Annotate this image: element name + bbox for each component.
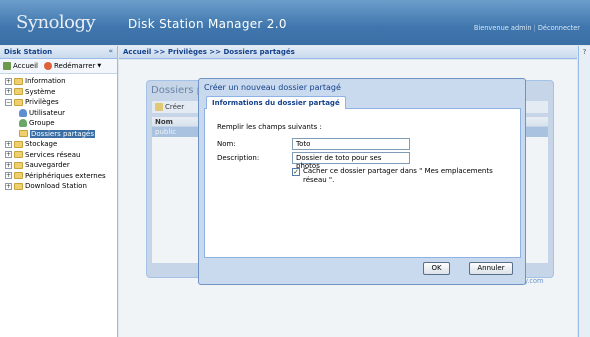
collapse-icon[interactable]: «	[108, 47, 113, 55]
nav-tree: + Information + Système − Privilèges Utilis…	[0, 74, 117, 194]
home-button[interactable]: Accueil	[3, 61, 38, 71]
tree-node-information[interactable]: + Information	[0, 76, 117, 87]
tree-node-label: Périphériques externes	[25, 171, 106, 180]
hide-folder-checkbox-label: Cacher ce dossier partager dans " Mes em…	[303, 167, 493, 184]
logout-link[interactable]: Déconnecter	[538, 24, 580, 32]
tree-node-label: Système	[25, 87, 56, 96]
tree-node-label: Utilisateur	[29, 108, 66, 117]
tree-node-label: Sauvegarder	[25, 161, 70, 170]
user-icon	[19, 108, 27, 117]
tree-node-backup[interactable]: + Sauvegarder	[0, 160, 117, 171]
tree-node-label: Services réseau	[25, 150, 81, 159]
tree-node-download-station[interactable]: + Download Station	[0, 181, 117, 192]
tree-node-network-services[interactable]: + Services réseau	[0, 150, 117, 161]
expand-icon[interactable]: +	[5, 88, 12, 96]
folder-icon	[14, 140, 23, 148]
app-title: Disk Station Manager 2.0	[128, 17, 287, 31]
dialog-footer: OK Annuler	[204, 259, 521, 279]
create-shared-folder-dialog: Créer un nouveau dossier partagé Informa…	[198, 78, 526, 285]
shared-folder-icon	[19, 130, 28, 138]
tree-node-label: Download Station	[25, 182, 87, 191]
folder-icon	[14, 77, 23, 85]
tree-node-label: Dossiers partagés	[30, 129, 96, 138]
dialog-body: Remplir les champs suivants : Nom: Toto …	[204, 109, 521, 258]
folder-open-icon	[14, 98, 23, 106]
description-field[interactable]: Dossier de toto pour ses photos	[292, 152, 410, 170]
collapse-node-icon[interactable]: −	[5, 98, 12, 106]
tree-node-external-devices[interactable]: + Périphériques externes	[0, 171, 117, 182]
header-separator: |	[533, 24, 536, 32]
folder-icon	[14, 151, 23, 159]
left-panel: Disk Station « Accueil Redémarrer ▼ + Inf…	[0, 46, 118, 337]
tree-node-storage[interactable]: + Stockage	[0, 139, 117, 150]
tree-node-label: Privilèges	[25, 98, 59, 107]
folder-icon	[14, 182, 23, 190]
name-field[interactable]: Toto	[292, 138, 410, 150]
cancel-button[interactable]: Annuler	[469, 262, 513, 275]
home-icon	[3, 62, 11, 70]
tree-node-label: Groupe	[29, 119, 55, 128]
dropdown-arrow-icon: ▼	[97, 63, 102, 69]
dialog-tabbar: Informations du dossier partagé	[204, 95, 521, 110]
tree-node-user[interactable]: Utilisateur	[0, 108, 117, 119]
tree-node-system[interactable]: + Système	[0, 87, 117, 98]
expand-icon[interactable]: +	[5, 172, 12, 180]
left-panel-title: Disk Station	[4, 48, 53, 56]
form-intro: Remplir les champs suivants :	[217, 123, 322, 131]
home-button-label: Accueil	[13, 62, 38, 70]
ok-button[interactable]: OK	[423, 262, 450, 275]
expand-icon[interactable]: +	[5, 77, 12, 85]
tree-node-group[interactable]: Groupe	[0, 118, 117, 129]
expand-icon[interactable]: +	[5, 161, 12, 169]
folder-icon	[14, 172, 23, 180]
left-panel-toolbar: Accueil Redémarrer ▼	[0, 59, 117, 74]
tree-node-shared-folders[interactable]: Dossiers partagés	[0, 129, 117, 140]
help-icon[interactable]: ?	[578, 46, 590, 337]
folder-icon	[14, 161, 23, 169]
hide-folder-checkbox[interactable]: ✓	[292, 168, 300, 176]
name-label: Nom:	[217, 140, 236, 148]
folder-icon	[14, 88, 23, 96]
dialog-title: Créer un nouveau dossier partagé	[204, 83, 341, 92]
tree-node-privileges[interactable]: − Privilèges	[0, 97, 117, 108]
app-header: Synology Disk Station Manager 2.0 Bienve…	[0, 0, 590, 45]
description-label: Description:	[217, 154, 260, 162]
header-links: Bienvenue admin | Déconnecter	[474, 24, 580, 32]
expand-icon[interactable]: +	[5, 182, 12, 190]
tree-node-label: Information	[25, 77, 66, 86]
tree-node-label: Stockage	[25, 140, 58, 149]
restart-icon	[44, 62, 52, 70]
restart-button-label: Redémarrer	[54, 62, 96, 70]
tab-shared-folder-info[interactable]: Informations du dossier partagé	[206, 96, 346, 110]
restart-button[interactable]: Redémarrer ▼	[44, 61, 101, 71]
welcome-link[interactable]: Bienvenue admin	[474, 24, 532, 32]
left-panel-header: Disk Station «	[0, 46, 117, 59]
expand-icon[interactable]: +	[5, 140, 12, 148]
expand-icon[interactable]: +	[5, 151, 12, 159]
group-icon	[19, 119, 27, 128]
breadcrumb: Accueil >> Privilèges >> Dossiers partag…	[119, 46, 577, 59]
synology-logo: Synology	[16, 12, 96, 33]
